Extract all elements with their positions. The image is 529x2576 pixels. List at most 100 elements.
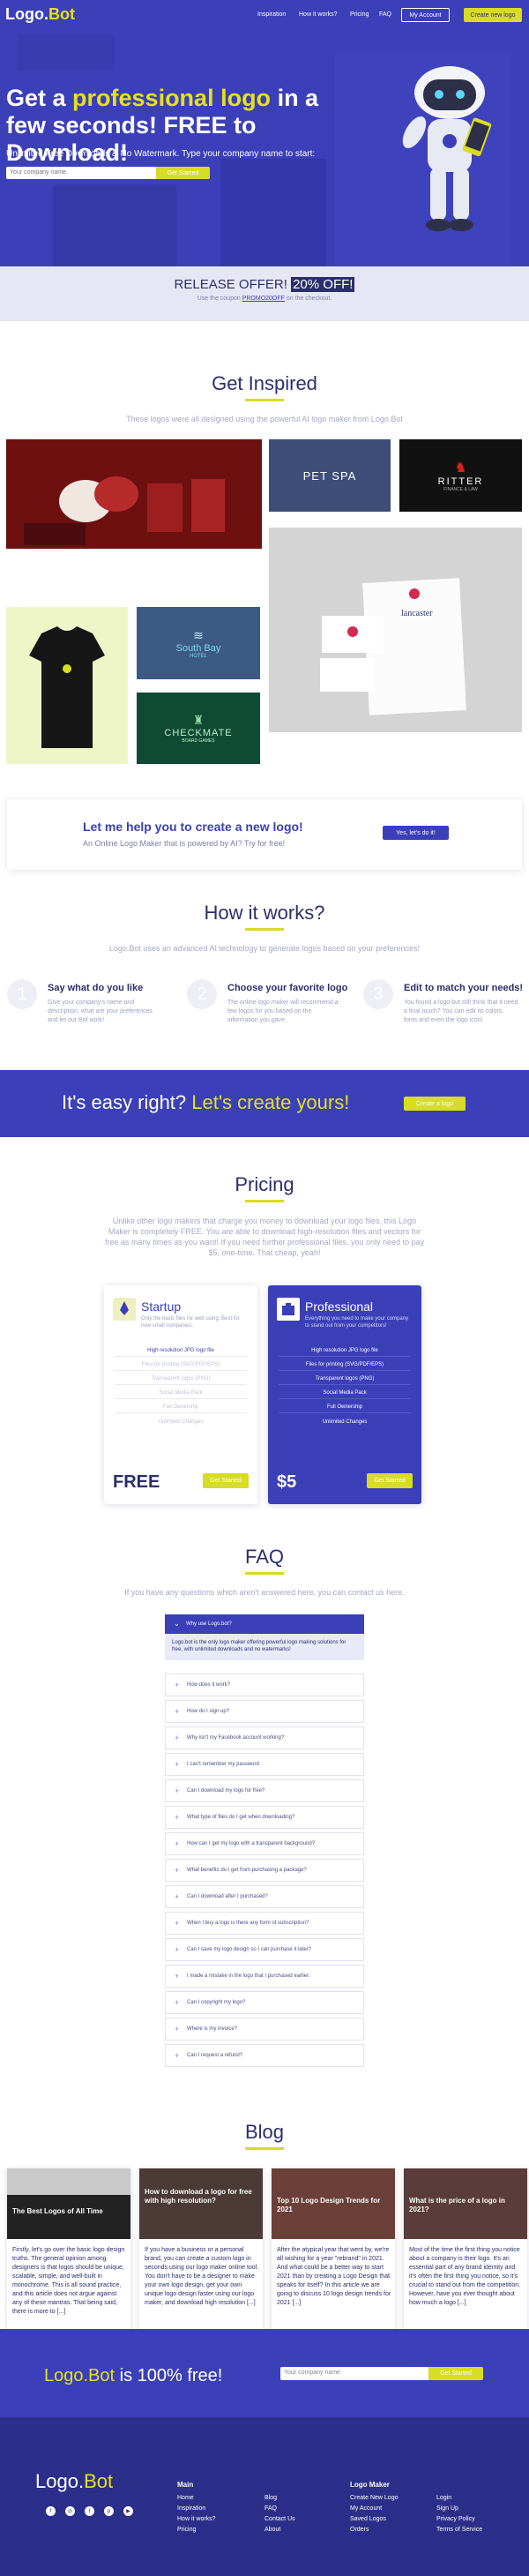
blog-post-excerpt: Firstly, let's go over the basic logo de… bbox=[12, 2247, 125, 2315]
footer-company-name-input[interactable]: Your company name bbox=[280, 2367, 428, 2380]
faq-item[interactable]: + Can I download my logo for free? bbox=[165, 1779, 364, 1802]
gallery-tile-checkmate[interactable]: ♜ CHECKMATE BOARD GAMES bbox=[137, 693, 260, 764]
blog-post-card[interactable]: How to download a logo for free with hig… bbox=[139, 2168, 263, 2340]
blog-post-card[interactable]: What is the price of a logo in 2021? Mos… bbox=[404, 2168, 527, 2340]
footer-link[interactable]: About bbox=[264, 2527, 280, 2533]
startup-feature: High resolution JPG logo file bbox=[115, 1345, 247, 1357]
faq-item[interactable]: + Why isn't my Facebook account working? bbox=[165, 1726, 364, 1749]
ritter-subtext: FINANCE & LAW bbox=[443, 487, 478, 492]
gallery-image-tshirt[interactable] bbox=[6, 607, 128, 764]
footer-logo[interactable]: Logo.Bot bbox=[35, 2470, 113, 2493]
faq-item[interactable]: + Can I download after I purchased? bbox=[165, 1885, 364, 1908]
footer-get-started-button[interactable]: Get Started bbox=[428, 2367, 483, 2380]
faq-item[interactable]: + When I buy a logo is there any form of … bbox=[165, 1912, 364, 1935]
gallery-image-mockup[interactable] bbox=[6, 439, 262, 549]
gallery-tile-ritter[interactable]: ♞ RITTER FINANCE & LAW bbox=[399, 439, 522, 512]
faq-item[interactable]: + How does it work? bbox=[165, 1674, 364, 1696]
faq-item[interactable]: + Can I save my logo design so I can purc… bbox=[165, 1938, 364, 1961]
nav-inspiration[interactable]: Inspiration bbox=[257, 11, 286, 18]
nav-pricing[interactable]: Pricing bbox=[350, 11, 369, 18]
create-logo-button[interactable]: Create new logo bbox=[464, 8, 522, 22]
nav-faq[interactable]: FAQ bbox=[379, 11, 391, 18]
plus-icon: + bbox=[175, 1945, 180, 1954]
get-started-button[interactable]: Get Started bbox=[156, 167, 210, 179]
footer-link[interactable]: Home bbox=[177, 2495, 194, 2501]
faq-item[interactable]: + Where is my invoice? bbox=[165, 2018, 364, 2041]
faq-item[interactable]: + How can I get my logo with a transparen… bbox=[165, 1832, 364, 1855]
faq-item[interactable]: + What type of files do I get when downlo… bbox=[165, 1806, 364, 1829]
footer-link[interactable]: Terms of Service bbox=[436, 2527, 482, 2533]
footer-link[interactable]: Saved Logos bbox=[350, 2516, 386, 2522]
faq-question: How does it work? bbox=[187, 1682, 231, 1688]
blog-post-card[interactable]: Top 10 Logo Design Trends for 2021 After… bbox=[272, 2168, 395, 2340]
startup-get-started-button[interactable]: Get Started bbox=[203, 1473, 249, 1488]
plus-icon: + bbox=[175, 1892, 180, 1901]
help-card: Let me help you to create a new logo! An… bbox=[7, 799, 522, 870]
step-2-title: Choose your favorite logo bbox=[227, 983, 348, 993]
footer-link[interactable]: Blog bbox=[264, 2495, 277, 2501]
faq-item[interactable]: + How do I sign up? bbox=[165, 1700, 364, 1723]
coupon-code[interactable]: PROMO20OFF bbox=[242, 296, 285, 302]
stationery-illustration: lancaster bbox=[269, 528, 522, 732]
faq-item[interactable]: + Can I request a refund? bbox=[165, 2044, 364, 2067]
hero-section: Logo.Bot Inspiration How it works? Prici… bbox=[0, 0, 529, 273]
faq-item[interactable]: + What benefits do I get from purchasing … bbox=[165, 1859, 364, 1882]
faq-question: What benefits do I get from purchasing a… bbox=[187, 1868, 307, 1873]
footer-link[interactable]: Inspiration bbox=[177, 2505, 205, 2512]
footer-link[interactable]: Sign Up bbox=[436, 2505, 458, 2512]
faq-question: Can I copyright my logo? bbox=[187, 2000, 246, 2005]
pinterest-icon[interactable]: p bbox=[104, 2506, 114, 2516]
promo-subtitle: Use the coupon PROMO20OFF on the checkou… bbox=[197, 296, 332, 302]
instagram-icon[interactable]: ◎ bbox=[65, 2506, 75, 2516]
startup-desc: Only the basic files for web using. Best… bbox=[141, 1316, 240, 1329]
plus-icon: + bbox=[175, 1813, 180, 1822]
hero-subtitle: Unlimited Free Downloads & No Watermark.… bbox=[6, 149, 316, 159]
footer-link[interactable]: How it works? bbox=[177, 2516, 216, 2522]
company-name-input[interactable]: Your company name bbox=[6, 167, 156, 179]
footer-link[interactable]: Create New Logo bbox=[350, 2495, 398, 2501]
lets-do-it-button[interactable]: Yes, let's do it! bbox=[383, 826, 449, 840]
my-account-button[interactable]: My Account bbox=[401, 8, 450, 22]
twitter-icon[interactable]: t bbox=[85, 2506, 94, 2516]
footer-link[interactable]: Privacy Policy bbox=[436, 2516, 475, 2522]
blog-post-card[interactable]: The Best Logos of All Time Firstly, let'… bbox=[7, 2168, 130, 2340]
help-subtitle: An Online Logo Maker that is powered by … bbox=[83, 839, 286, 848]
professional-feature: Transparent logos (PNG) bbox=[279, 1374, 411, 1385]
footer-link[interactable]: Login bbox=[436, 2495, 451, 2501]
footer-link[interactable]: Contact Us bbox=[264, 2516, 295, 2522]
facebook-icon[interactable]: f bbox=[46, 2506, 56, 2516]
professional-feature: High resolution JPG logo file bbox=[279, 1345, 411, 1357]
blog-post-title[interactable]: Top 10 Logo Design Trends for 2021 bbox=[277, 2197, 390, 2214]
lancaster-text: lancaster bbox=[401, 609, 433, 618]
waves-icon: ≋ bbox=[193, 627, 204, 642]
gallery-image-stationery[interactable]: lancaster bbox=[269, 528, 522, 732]
blog-post-title[interactable]: How to download a logo for free with hig… bbox=[145, 2188, 257, 2205]
footer-link[interactable]: Pricing bbox=[177, 2527, 196, 2533]
logo[interactable]: Logo.Bot bbox=[5, 5, 75, 24]
step-3-number: 3 bbox=[363, 979, 393, 1009]
footer-link[interactable]: FAQ bbox=[264, 2505, 277, 2512]
blog-post-title[interactable]: What is the price of a logo in 2021? bbox=[409, 2197, 522, 2214]
footer-link[interactable]: My Account bbox=[350, 2505, 382, 2512]
tshirt-illustration bbox=[29, 626, 105, 748]
plus-icon: + bbox=[175, 2051, 180, 2060]
gallery-tile-pet-spa[interactable]: PET SPA bbox=[269, 439, 391, 512]
faq-item[interactable]: + I made a mistake in the logo that I pur… bbox=[165, 1965, 364, 1988]
faq-question: Why isn't my Facebook account working? bbox=[187, 1735, 285, 1741]
create-a-logo-button[interactable]: Create a logo bbox=[404, 1097, 466, 1111]
ritter-text: RITTER bbox=[437, 476, 484, 487]
startup-plan-card: Startup Only the basic files for web usi… bbox=[104, 1285, 257, 1504]
help-title: Let me help you to create a new logo! bbox=[83, 820, 303, 834]
professional-feature: Social Media Pack bbox=[279, 1388, 411, 1399]
blog-post-excerpt: Most of the time the first thing you not… bbox=[409, 2247, 521, 2306]
youtube-icon[interactable]: ▶ bbox=[123, 2506, 133, 2516]
gallery-tile-south-bay[interactable]: ≋ South Bay HOTEL bbox=[137, 607, 260, 679]
footer-link[interactable]: Orders bbox=[350, 2527, 369, 2533]
faq-item[interactable]: + I can't remember my password bbox=[165, 1753, 364, 1776]
faq-item[interactable]: + Can I copyright my logo? bbox=[165, 1991, 364, 2014]
blog-post-title[interactable]: The Best Logos of All Time bbox=[12, 2207, 125, 2216]
nav-how-it-works[interactable]: How it works? bbox=[299, 11, 338, 18]
professional-get-started-button[interactable]: Get Started bbox=[367, 1473, 413, 1488]
blog-post-excerpt: After the atypical year that went by, we… bbox=[277, 2247, 391, 2306]
faq-item-open[interactable]: ⌄ Why use Logo.bot? bbox=[165, 1614, 364, 1634]
